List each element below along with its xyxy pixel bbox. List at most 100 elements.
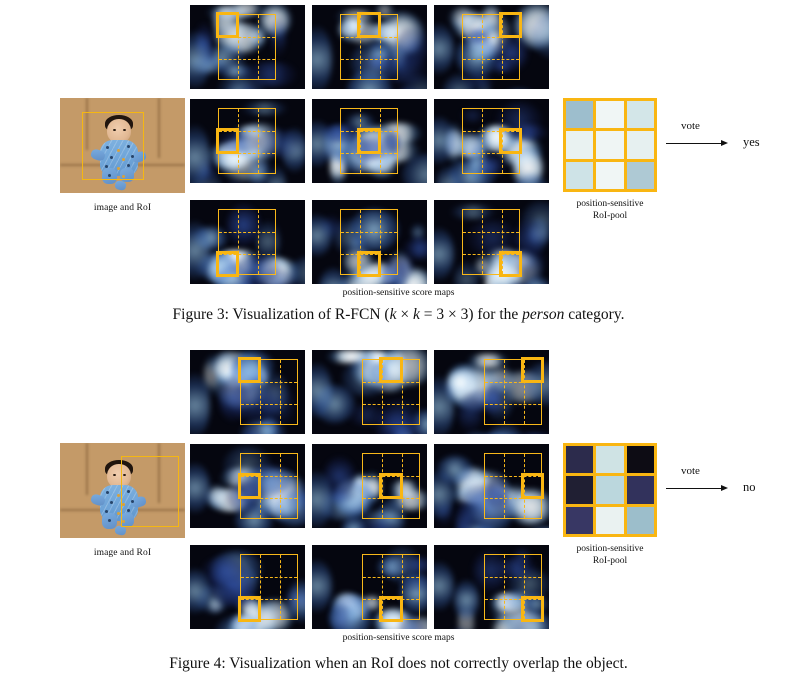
- score-map-r2-c1: [312, 200, 427, 284]
- highlighted-bin-r1-c2: [520, 473, 544, 499]
- score-map-r0-c0: [190, 350, 305, 434]
- couch-seam: [158, 98, 160, 158]
- heat-blob: [458, 394, 482, 432]
- heat-blob: [434, 561, 454, 611]
- figure4-roi-pool-grid: [563, 443, 657, 537]
- figure4-maps-caption: position-sensitive score maps: [342, 633, 455, 643]
- figure3-roi-pool-grid: [563, 98, 657, 192]
- pool-cell-6: [566, 506, 594, 534]
- roi-grid-line-vertical: [279, 555, 281, 619]
- roi-grid-line-horizontal: [219, 59, 275, 60]
- pool-cell-8: [626, 506, 654, 534]
- highlighted-bin-r2-c1: [379, 596, 403, 622]
- roi-grid-line-horizontal: [363, 404, 419, 405]
- figure3-pool-caption-line2: RoI-pool: [592, 211, 628, 221]
- score-map-r2-c2: [434, 200, 549, 284]
- highlighted-bin-r2-c2: [520, 596, 544, 622]
- figure3-pool-caption: position-sensitive RoI-pool: [535, 198, 685, 222]
- roi-grid-line-horizontal: [219, 232, 275, 233]
- vote-arrow-head: [721, 139, 728, 146]
- roi-grid-line-vertical: [504, 454, 506, 518]
- figure3-caption-times: ×: [396, 306, 413, 323]
- roi-grid-line-vertical: [482, 210, 484, 274]
- highlighted-bin-r2-c0: [238, 596, 262, 622]
- figure3-caption-suffix: category.: [564, 306, 625, 323]
- pool-cell-1: [596, 446, 624, 474]
- score-map-r1-c0: [190, 99, 305, 183]
- score-map-r0-c1: [312, 350, 427, 434]
- roi-grid-line-vertical: [257, 210, 259, 274]
- roi-grid-line-vertical: [279, 360, 281, 424]
- figure4-image-caption: image and RoI: [93, 548, 152, 558]
- score-map-r0-c0: [190, 5, 305, 89]
- roi-grid-line-horizontal: [241, 404, 297, 405]
- pool-cell-7: [596, 506, 624, 534]
- score-map-r1-c2: [434, 99, 549, 183]
- pool-cell-7: [596, 161, 624, 189]
- pool-cell-8: [626, 161, 654, 189]
- heat-blob: [333, 602, 349, 629]
- figure3-caption-k2: k: [412, 306, 420, 323]
- score-map-r1-c0: [190, 444, 305, 528]
- figure4-vote-label: vote: [681, 465, 700, 477]
- figure3-vote-label: vote: [681, 120, 700, 132]
- figure-3: image and RoI position-sensitive score m…: [0, 0, 797, 340]
- score-map-r1-c1: [312, 444, 427, 528]
- figure4-pool-caption-line1: position-sensitive: [576, 544, 644, 554]
- pool-cell-1: [596, 101, 624, 129]
- roi-grid-line-horizontal: [341, 232, 397, 233]
- vote-arrow-line: [666, 143, 722, 144]
- figure4-photo: [60, 443, 185, 538]
- figure3-vote-result: yes: [743, 135, 760, 149]
- pool-cell-3: [566, 131, 594, 159]
- figure3-caption-middle: ) for the: [468, 306, 523, 323]
- score-map-r0-c1: [312, 5, 427, 89]
- highlighted-bin-r0-c1: [357, 12, 381, 38]
- highlighted-bin-r0-c2: [498, 12, 522, 38]
- heat-blob: [396, 253, 414, 280]
- pool-cell-2: [626, 101, 654, 129]
- pool-cell-0: [566, 446, 594, 474]
- score-map-r1-c1: [312, 99, 427, 183]
- pool-cell-4: [596, 131, 624, 159]
- heat-blob: [312, 559, 332, 613]
- roi-grid-line-vertical: [482, 109, 484, 173]
- roi-grid-line-horizontal: [363, 577, 419, 578]
- score-map-r0-c2: [434, 5, 549, 89]
- heat-blob: [456, 502, 471, 528]
- roi-grid-line-horizontal: [463, 232, 519, 233]
- heat-blob: [453, 579, 479, 621]
- highlighted-bin-r0-c0: [238, 357, 262, 383]
- heat-blob: [448, 369, 472, 394]
- roi-grid-line-horizontal: [463, 59, 519, 60]
- highlighted-bin-r1-c2: [498, 128, 522, 154]
- heat-blob: [434, 227, 454, 280]
- figure4-roi-box: [121, 456, 179, 527]
- pool-cell-5: [626, 131, 654, 159]
- figure3-caption-prefix: Figure 3: Visualization of R-FCN (: [172, 306, 390, 323]
- heat-blob: [434, 23, 454, 75]
- score-map-r2-c2: [434, 545, 549, 629]
- score-map-r2-c1: [312, 545, 427, 629]
- figure3-roi-box: [82, 112, 144, 180]
- figure3-photo: [60, 98, 185, 193]
- figure3-caption: Figure 3: Visualization of R-FCN (k × k …: [0, 306, 797, 324]
- highlighted-bin-r0-c1: [379, 357, 403, 383]
- roi-grid-line-vertical: [279, 454, 281, 518]
- heat-blob: [190, 124, 210, 183]
- pool-cell-6: [566, 161, 594, 189]
- highlighted-bin-r0-c2: [520, 357, 544, 383]
- roi-grid-line-vertical: [257, 15, 259, 79]
- figure3-image-caption: image and RoI: [93, 203, 152, 213]
- highlighted-bin-r1-c1: [379, 473, 403, 499]
- highlighted-bin-r2-c2: [498, 251, 522, 277]
- figure4-pool-caption-line2: RoI-pool: [592, 556, 628, 566]
- score-map-r0-c2: [434, 350, 549, 434]
- highlighted-bin-r2-c1: [357, 251, 381, 277]
- pool-cell-5: [626, 476, 654, 504]
- roi-grid-line-horizontal: [241, 577, 297, 578]
- highlighted-bin-r0-c0: [216, 12, 240, 38]
- score-map-r2-c0: [190, 200, 305, 284]
- vote-arrow-head: [721, 484, 728, 491]
- roi-grid-line-horizontal: [485, 404, 541, 405]
